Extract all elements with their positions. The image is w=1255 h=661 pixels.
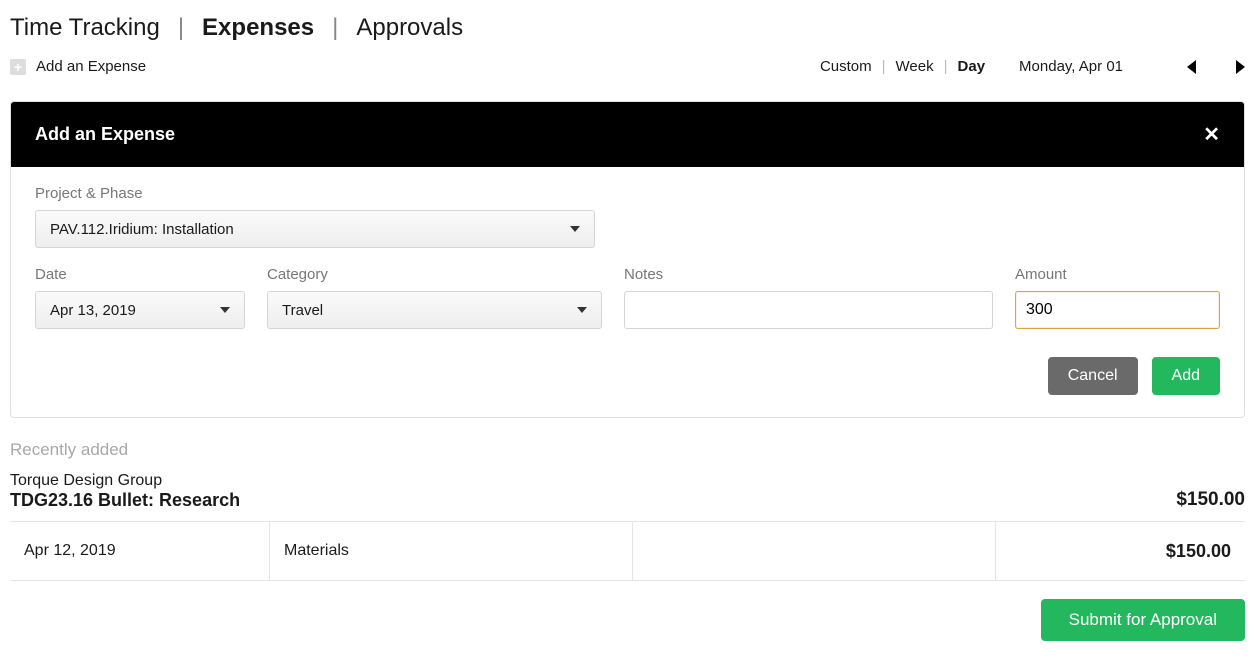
range-separator: |: [882, 58, 886, 75]
add-expense-label: Add an Expense: [36, 58, 146, 75]
close-icon[interactable]: ✕: [1203, 122, 1220, 147]
row-category: Materials: [270, 522, 633, 580]
tab-time-tracking[interactable]: Time Tracking: [10, 14, 160, 42]
category-select[interactable]: Travel: [267, 291, 602, 329]
chevron-down-icon: [577, 307, 587, 313]
range-custom[interactable]: Custom: [820, 58, 872, 75]
tab-approvals[interactable]: Approvals: [356, 14, 463, 42]
table-row[interactable]: Apr 12, 2019 Materials $150.00: [10, 522, 1245, 580]
date-select-value: Apr 13, 2019: [50, 302, 136, 319]
next-day-icon[interactable]: [1236, 60, 1245, 74]
range-day[interactable]: Day: [958, 58, 986, 75]
recent-project: TDG23.16 Bullet: Research: [10, 490, 240, 511]
notes-input[interactable]: [624, 291, 993, 329]
prev-day-icon[interactable]: [1187, 60, 1196, 74]
cancel-button[interactable]: Cancel: [1048, 357, 1138, 395]
recent-table: Apr 12, 2019 Materials $150.00: [10, 521, 1245, 581]
submit-for-approval-button[interactable]: Submit for Approval: [1041, 599, 1245, 641]
row-amount: $150.00: [996, 522, 1245, 580]
range-options: Custom | Week | Day: [820, 58, 985, 75]
date-label: Date: [35, 266, 245, 283]
add-expense-link[interactable]: + Add an Expense: [10, 58, 146, 75]
add-button[interactable]: Add: [1152, 357, 1220, 395]
category-select-value: Travel: [282, 302, 323, 319]
current-date-display: Monday, Apr 01: [1019, 58, 1123, 75]
project-select-value: PAV.112.Iridium: Installation: [50, 221, 234, 238]
add-expense-modal: Add an Expense ✕ Project & Phase PAV.112…: [10, 101, 1245, 418]
row-notes: [633, 522, 996, 580]
project-label: Project & Phase: [35, 185, 595, 202]
modal-title: Add an Expense: [35, 124, 175, 145]
tab-separator: |: [332, 14, 338, 42]
notes-label: Notes: [624, 266, 993, 283]
amount-input[interactable]: [1015, 291, 1220, 329]
row-date: Apr 12, 2019: [10, 522, 270, 580]
chevron-down-icon: [220, 307, 230, 313]
sub-bar: + Add an Expense Custom | Week | Day Mon…: [10, 58, 1245, 75]
tab-expenses[interactable]: Expenses: [202, 14, 314, 42]
tab-separator: |: [178, 14, 184, 42]
recently-added-section: Recently added Torque Design Group TDG23…: [10, 440, 1245, 641]
plus-icon: +: [10, 59, 26, 75]
recently-added-heading: Recently added: [10, 440, 1245, 460]
date-select[interactable]: Apr 13, 2019: [35, 291, 245, 329]
recent-company: Torque Design Group: [10, 472, 240, 490]
project-select[interactable]: PAV.112.Iridium: Installation: [35, 210, 595, 248]
category-label: Category: [267, 266, 602, 283]
modal-header: Add an Expense ✕: [11, 102, 1244, 167]
chevron-down-icon: [570, 226, 580, 232]
recent-total: $150.00: [1176, 489, 1245, 511]
range-separator: |: [944, 58, 948, 75]
range-week[interactable]: Week: [896, 58, 934, 75]
top-tabs: Time Tracking | Expenses | Approvals: [10, 10, 1245, 42]
amount-label: Amount: [1015, 266, 1220, 283]
